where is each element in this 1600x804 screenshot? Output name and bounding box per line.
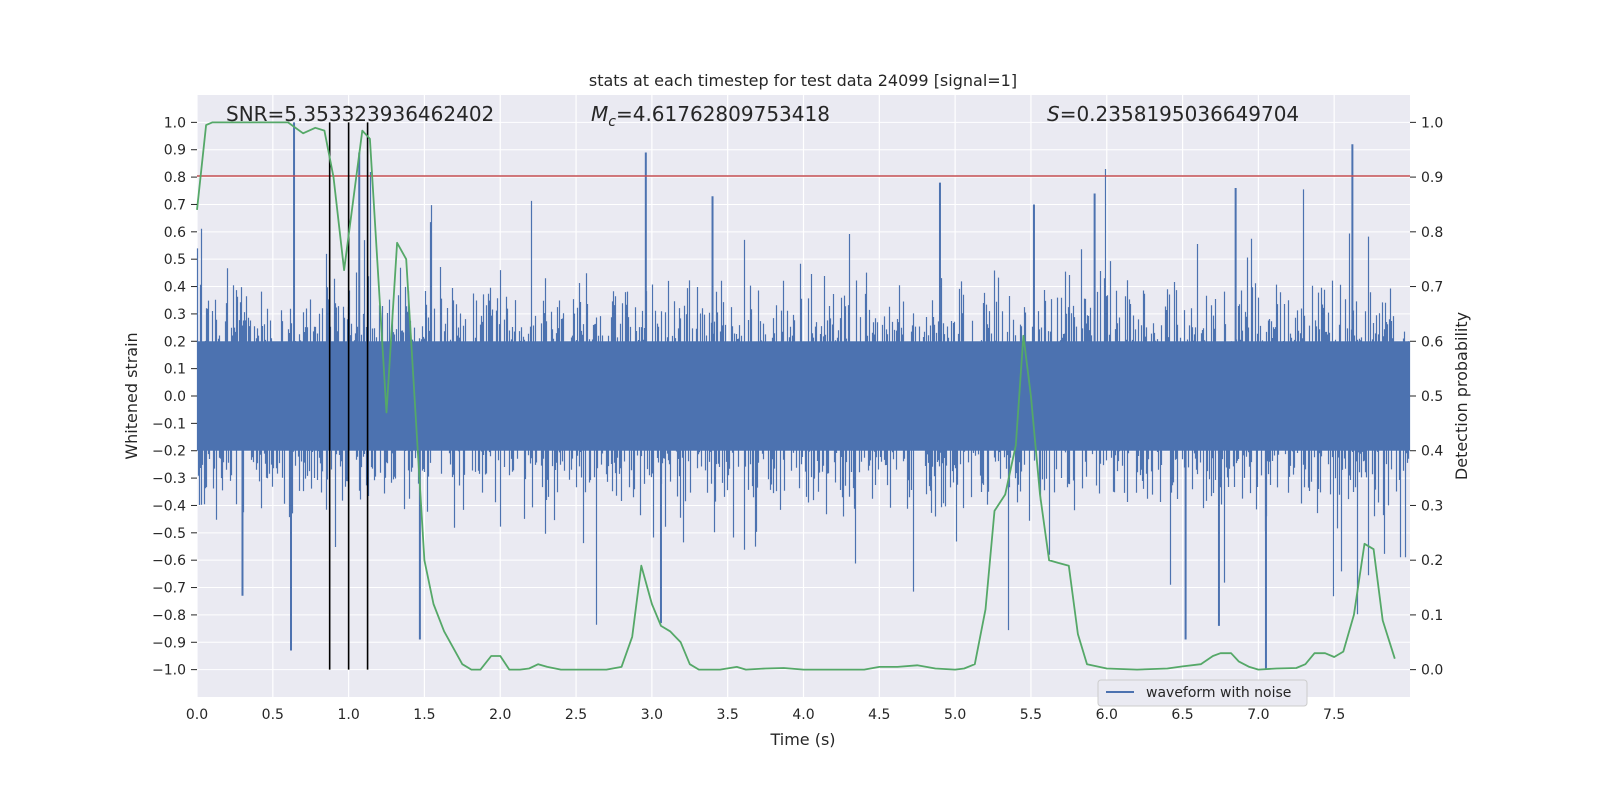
y-right-tick-label: 0.3: [1421, 498, 1443, 514]
mc-symbol: M: [591, 102, 608, 126]
y-tick-label: −0.1: [152, 416, 186, 432]
y-tick-label: −0.7: [152, 581, 186, 597]
y-tick-label: −1.0: [152, 663, 186, 679]
chart: 0.0 0.5 1.0 1.5 2.0 2.5 3.0 3.5 4.0 4.5 5.0 5.5 6.0 6…: [0, 0, 1600, 800]
legend: waveform with noise: [1098, 680, 1307, 706]
s-annotation: S=0.2358195036649704: [1047, 102, 1299, 126]
y-tick-label: 0.2: [164, 334, 186, 350]
x-tick-label: 3.0: [641, 707, 663, 723]
y-axis-right-label: Detection probability: [1452, 312, 1471, 480]
mc-value: =4.61762809753418: [616, 102, 830, 126]
y-right-tick-label: 0.2: [1421, 553, 1443, 569]
y-axis-label: Whitened strain: [122, 332, 141, 459]
x-tick-label: 0.0: [186, 707, 208, 723]
x-tick-label: 0.5: [262, 707, 284, 723]
y-right-tick-label: 0.7: [1421, 280, 1443, 296]
x-tick-label: 3.5: [717, 707, 739, 723]
x-tick-label: 6.5: [1171, 707, 1193, 723]
x-tick-label: 4.5: [868, 707, 890, 723]
x-tick-label: 7.5: [1323, 707, 1345, 723]
x-tick-label: 1.0: [337, 707, 359, 723]
y-right-tick-label: 0.9: [1421, 170, 1443, 186]
y-right-tick-label: 0.1: [1421, 608, 1443, 624]
x-axis-label: Time (s): [769, 730, 835, 749]
y-tick-label: 0.1: [164, 362, 186, 378]
y-tick-label: 0.6: [164, 225, 186, 241]
x-tick-label: 5.5: [1020, 707, 1042, 723]
snr-annotation: SNR=5.353323936462402: [226, 102, 494, 126]
s-symbol: S: [1047, 102, 1060, 126]
y-tick-label: 0.0: [164, 389, 186, 405]
x-tick-label: 2.0: [489, 707, 511, 723]
chart-title: stats at each timestep for test data 240…: [589, 71, 1017, 90]
y-right-tick-label: 0.5: [1421, 389, 1443, 405]
x-tick-label: 4.0: [792, 707, 814, 723]
y-tick-label: −0.5: [152, 526, 186, 542]
chirp-mass-annotation: Mc=4.61762809753418: [591, 102, 830, 130]
y-tick-label: −0.6: [152, 553, 186, 569]
y-tick-label: −0.2: [152, 444, 186, 460]
y-tick-label: −0.3: [152, 471, 186, 487]
x-tick-label: 7.0: [1247, 707, 1269, 723]
y-tick-label: −0.9: [152, 635, 186, 651]
y-tick-label: −0.8: [152, 608, 186, 624]
x-tick-label: 1.5: [413, 707, 435, 723]
y-right-tick-label: 0.0: [1421, 663, 1443, 679]
y-tick-label: 0.9: [164, 143, 186, 159]
y-right-tick-label: 0.8: [1421, 225, 1443, 241]
y-right-tick-label: 0.6: [1421, 334, 1443, 350]
y-right-tick-label: 1.0: [1421, 115, 1443, 131]
legend-label-waveform: waveform with noise: [1146, 685, 1291, 701]
y-tick-label: 1.0: [164, 115, 186, 131]
x-tick-label: 5.0: [944, 707, 966, 723]
y-tick-label: 0.8: [164, 170, 186, 186]
y-tick-label: 0.4: [164, 280, 186, 296]
y-tick-label: 0.5: [164, 252, 186, 268]
y-tick-label: 0.7: [164, 197, 186, 213]
x-tick-label: 2.5: [565, 707, 587, 723]
x-tick-label: 6.0: [1096, 707, 1118, 723]
s-value: =0.2358195036649704: [1060, 102, 1299, 126]
y-tick-label: −0.4: [152, 498, 186, 514]
y-tick-label: 0.3: [164, 307, 186, 323]
y-right-tick-label: 0.4: [1421, 444, 1443, 460]
